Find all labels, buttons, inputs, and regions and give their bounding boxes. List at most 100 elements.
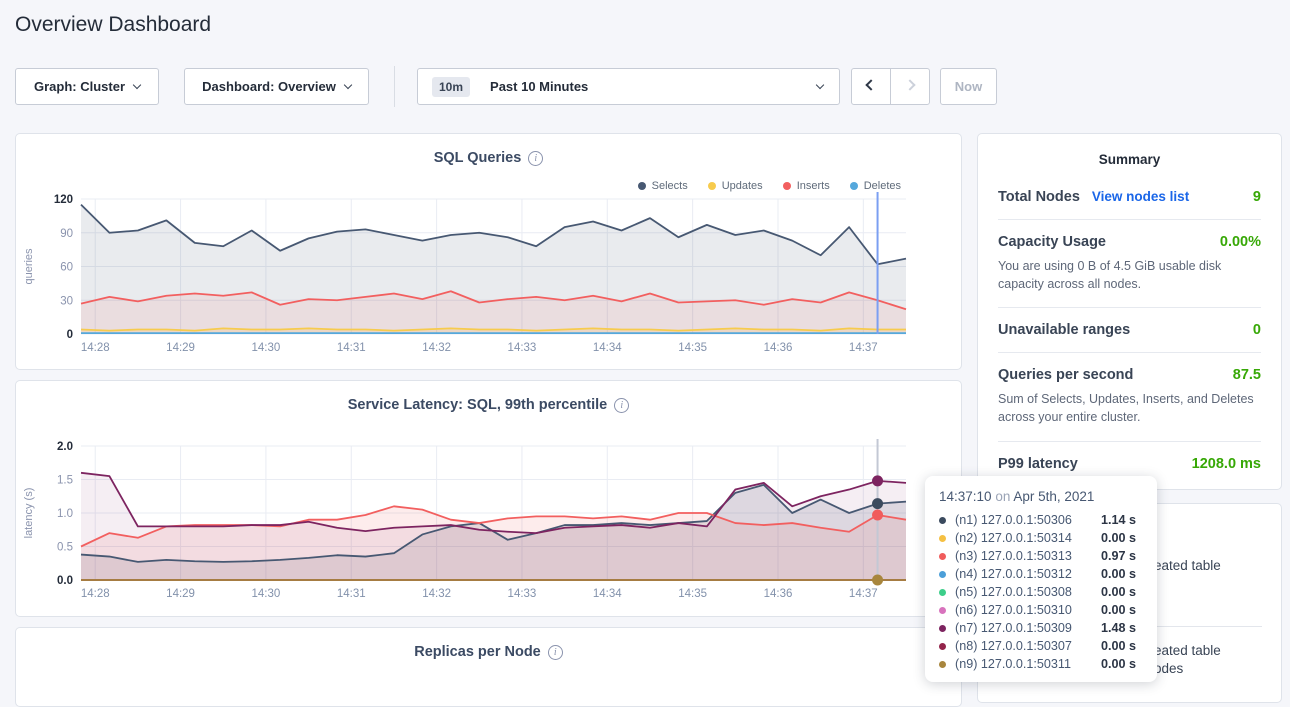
graph-dropdown-label: Graph: Cluster [34, 79, 125, 94]
node-color-dot [939, 553, 946, 560]
sql-queries-title: SQL Queries i [16, 150, 961, 166]
svg-text:latency (s): latency (s) [23, 488, 35, 539]
dashboard-dropdown[interactable]: Dashboard: Overview [184, 68, 369, 105]
legend-dot [783, 182, 791, 190]
node-color-dot [939, 571, 946, 578]
node-color-dot [939, 517, 946, 524]
svg-text:0: 0 [67, 329, 73, 341]
svg-text:14:34: 14:34 [593, 342, 622, 354]
event-item-fragment[interactable]: eated table [1154, 558, 1221, 573]
svg-text:14:37: 14:37 [849, 342, 878, 354]
info-icon[interactable]: i [614, 398, 629, 413]
summary-row-unavailable-ranges: Unavailable ranges 0 [998, 307, 1261, 352]
tooltip-node-row: (n9) 127.0.0.1:503110.00 s [939, 655, 1143, 673]
svg-text:2.0: 2.0 [57, 441, 73, 453]
tooltip-node-row: (n1) 127.0.0.1:503061.14 s [939, 511, 1143, 529]
time-window-dropdown[interactable]: 10m Past 10 Minutes [417, 68, 840, 105]
time-window-badge: 10m [432, 77, 470, 97]
node-latency-value: 0.00 s [1101, 639, 1136, 653]
svg-text:30: 30 [60, 295, 73, 307]
svg-text:120: 120 [54, 194, 73, 206]
svg-text:14:32: 14:32 [422, 342, 451, 354]
view-nodes-list-link[interactable]: View nodes list [1092, 189, 1189, 204]
svg-text:14:29: 14:29 [166, 588, 195, 600]
node-latency-value: 0.00 s [1101, 657, 1136, 671]
node-address: (n7) 127.0.0.1:50309 [955, 621, 1101, 635]
total-nodes-value: 9 [1253, 189, 1261, 205]
svg-text:14:35: 14:35 [678, 342, 707, 354]
tooltip-node-row: (n4) 127.0.0.1:503120.00 s [939, 565, 1143, 583]
svg-text:14:30: 14:30 [252, 588, 281, 600]
node-address: (n4) 127.0.0.1:50312 [955, 567, 1101, 581]
svg-text:14:35: 14:35 [678, 588, 707, 600]
service-latency-chart[interactable]: 2.0 1.5 1.0 0.5 0.0 14:28 14:29 14:30 14:31 14:32… [16, 438, 961, 616]
tooltip-node-row: (n3) 127.0.0.1:503130.97 s [939, 547, 1143, 565]
unavailable-ranges-value: 0 [1253, 322, 1261, 338]
svg-text:14:32: 14:32 [422, 588, 451, 600]
node-address: (n8) 127.0.0.1:50307 [955, 639, 1101, 653]
legend-dot [638, 182, 646, 190]
event-item-fragment[interactable]: eated table [1154, 643, 1221, 658]
capacity-usage-description: You are using 0 B of 4.5 GiB usable disk… [998, 257, 1261, 293]
graph-dropdown[interactable]: Graph: Cluster [15, 68, 159, 105]
legend-dot [850, 182, 858, 190]
node-color-dot [939, 535, 946, 542]
info-icon[interactable]: i [528, 151, 543, 166]
capacity-usage-label: Capacity Usage [998, 234, 1106, 250]
page-title: Overview Dashboard [15, 13, 211, 37]
info-icon[interactable]: i [548, 645, 563, 660]
summary-panel: Summary Total Nodes View nodes list 9 Ca… [977, 133, 1282, 490]
svg-text:14:33: 14:33 [508, 588, 537, 600]
latency-hover-tooltip: 14:37:10 on Apr 5th, 2021 (n1) 127.0.0.1… [925, 476, 1157, 682]
replicas-per-node-title: Replicas per Node i [16, 644, 961, 660]
svg-text:1.5: 1.5 [57, 475, 73, 487]
node-latency-value: 0.00 s [1101, 603, 1136, 617]
sql-queries-title-text: SQL Queries [434, 150, 522, 166]
tooltip-date: Apr 5th, 2021 [1013, 489, 1094, 504]
queries-per-second-description: Sum of Selects, Updates, Inserts, and De… [998, 390, 1261, 426]
tooltip-node-row: (n6) 127.0.0.1:503100.00 s [939, 601, 1143, 619]
chevron-down-icon [344, 81, 352, 89]
node-color-dot [939, 607, 946, 614]
node-address: (n2) 127.0.0.1:50314 [955, 531, 1101, 545]
tooltip-node-list: (n1) 127.0.0.1:503061.14 s (n2) 127.0.0.1… [939, 511, 1143, 673]
svg-text:14:28: 14:28 [81, 342, 110, 354]
node-address: (n9) 127.0.0.1:50311 [955, 657, 1101, 671]
svg-text:0.5: 0.5 [57, 542, 73, 554]
svg-text:14:36: 14:36 [764, 588, 793, 600]
node-address: (n6) 127.0.0.1:50310 [955, 603, 1101, 617]
node-latency-value: 0.97 s [1101, 549, 1136, 563]
unavailable-ranges-label: Unavailable ranges [998, 322, 1130, 338]
tooltip-node-row: (n5) 127.0.0.1:503080.00 s [939, 583, 1143, 601]
summary-row-queries-per-second: Queries per second 87.5 Sum of Selects, … [998, 352, 1261, 440]
svg-text:14:28: 14:28 [81, 588, 110, 600]
node-latency-value: 1.48 s [1101, 621, 1136, 635]
summary-title: Summary [998, 152, 1261, 167]
sql-queries-chart[interactable]: 120906030014:2814:2914:3014:3114:3214:33… [16, 191, 961, 369]
chevron-down-icon [816, 81, 824, 89]
node-address: (n5) 127.0.0.1:50308 [955, 585, 1101, 599]
summary-row-total-nodes: Total Nodes View nodes list 9 [998, 175, 1261, 219]
node-latency-value: 0.00 s [1101, 531, 1136, 545]
svg-text:14:30: 14:30 [252, 342, 281, 354]
now-button[interactable]: Now [940, 68, 997, 105]
svg-text:14:37: 14:37 [849, 588, 878, 600]
svg-text:60: 60 [60, 262, 73, 274]
p99-latency-label: P99 latency [998, 456, 1078, 472]
svg-text:1.0: 1.0 [57, 508, 73, 520]
queries-per-second-value: 87.5 [1233, 367, 1261, 383]
replicas-per-node-title-text: Replicas per Node [414, 644, 541, 660]
time-prev-button[interactable] [851, 68, 891, 105]
svg-text:0.0: 0.0 [57, 575, 73, 587]
legend-dot [708, 182, 716, 190]
event-item-fragment[interactable]: odes [1154, 661, 1183, 676]
capacity-usage-value: 0.00% [1220, 234, 1261, 250]
node-address: (n1) 127.0.0.1:50306 [955, 513, 1101, 527]
time-next-button[interactable] [890, 68, 930, 105]
replicas-per-node-panel: Replicas per Node i [15, 627, 962, 707]
service-latency-title-text: Service Latency: SQL, 99th percentile [348, 397, 608, 413]
sql-queries-panel: SQL Queriesi SelectsUpdatesInsertsDelete… [15, 133, 962, 370]
svg-text:14:31: 14:31 [337, 588, 366, 600]
tooltip-timestamp: 14:37:10 on Apr 5th, 2021 [939, 489, 1143, 504]
service-latency-title: Service Latency: SQL, 99th percentile i [16, 397, 961, 413]
